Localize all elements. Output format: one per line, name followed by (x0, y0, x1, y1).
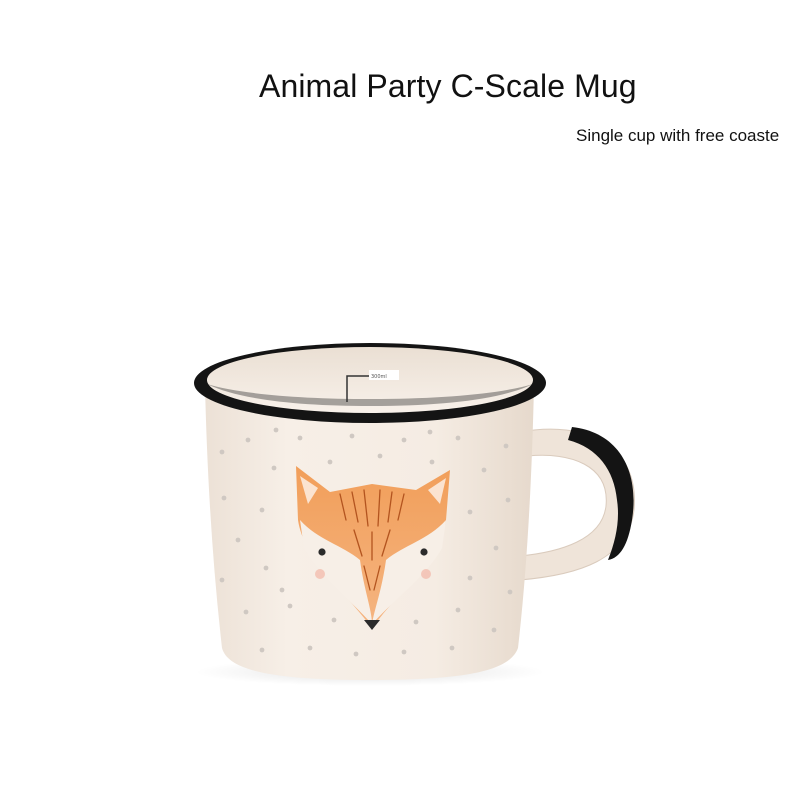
mug-rim (194, 343, 546, 423)
mug-handle (519, 427, 635, 581)
mug-image: 300ml (194, 343, 635, 686)
scale-label: 300ml (371, 374, 387, 380)
